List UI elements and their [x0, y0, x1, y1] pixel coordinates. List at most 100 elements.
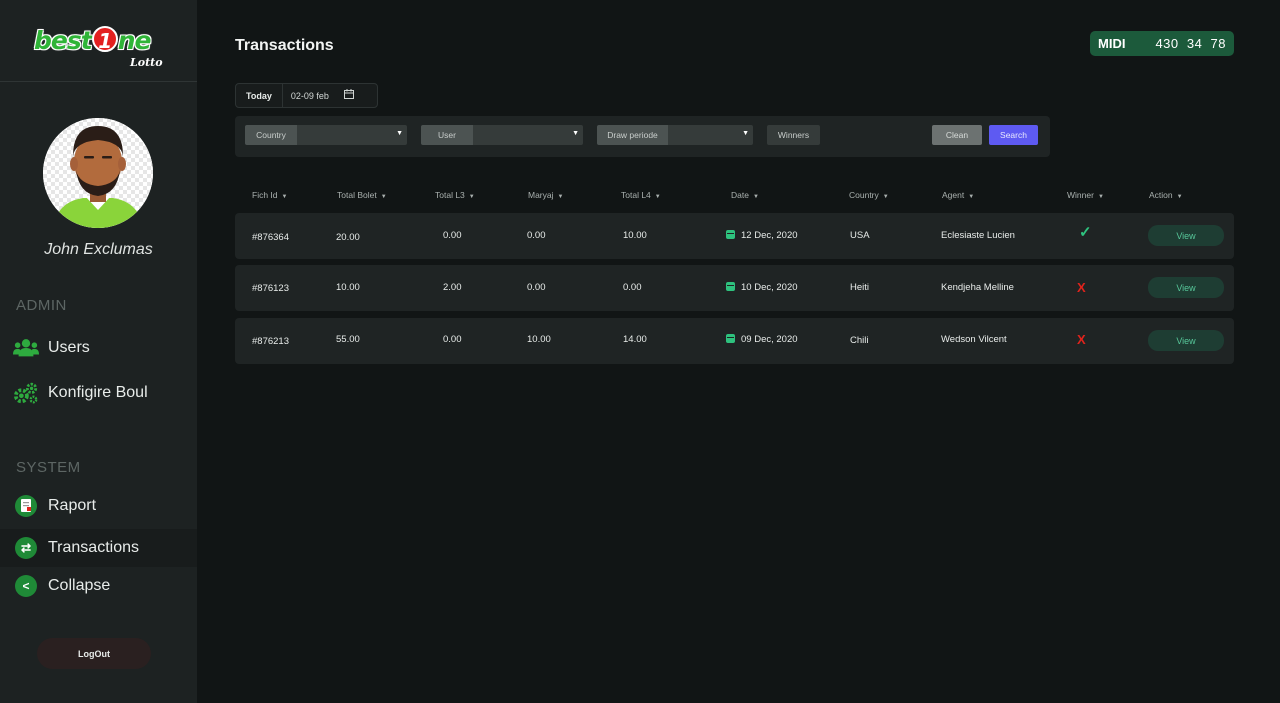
calendar-icon[interactable]	[343, 89, 354, 102]
logo-area: best 1 ne Lotto	[0, 0, 197, 82]
view-button[interactable]: View	[1148, 277, 1224, 298]
view-button[interactable]: View	[1148, 225, 1224, 246]
cell-country: Chili	[850, 335, 869, 346]
cell-total-l3: 2.00	[443, 282, 462, 293]
view-button[interactable]: View	[1148, 330, 1224, 351]
cell-date: 12 Dec, 2020	[726, 230, 798, 241]
admin-section-title: ADMIN	[16, 297, 67, 314]
brand-digit: 1	[91, 26, 118, 53]
date-range-value[interactable]: 02-09 feb	[283, 91, 329, 101]
table-row: #876123 10.00 2.00 0.00 0.00 10 Dec, 202…	[235, 265, 1234, 311]
sidebar-item-label: Users	[48, 339, 90, 356]
table-row: #876364 20.00 0.00 0.00 10.00 12 Dec, 20…	[235, 213, 1234, 259]
calendar-icon	[726, 282, 735, 291]
report-icon	[13, 493, 39, 519]
cell-total-bolet: 10.00	[336, 282, 360, 293]
sidebar: best 1 ne Lotto John Exclumas ADMIN User…	[0, 0, 197, 703]
midi-result-badge: MIDI 430 34 78	[1090, 31, 1234, 56]
cell-country: Heiti	[850, 282, 870, 293]
transfer-icon: ⇄	[13, 535, 39, 561]
sidebar-item-konfigire-boul[interactable]: Konfigire Boul	[0, 374, 197, 412]
cell-maryaj: 0.00	[527, 282, 546, 293]
winners-toggle[interactable]: Winners	[767, 125, 820, 145]
cell-fich-id: #876213	[252, 336, 289, 347]
cell-date: 09 Dec, 2020	[726, 334, 798, 345]
page-title: Transactions	[235, 37, 334, 54]
column-header-action[interactable]: Action ▼	[1149, 190, 1183, 200]
winner-check-icon: ✓	[1079, 224, 1092, 241]
sort-arrow-icon: ▼	[752, 194, 759, 200]
sort-arrow-icon: ▼	[1176, 194, 1183, 200]
sort-arrow-icon: ▼	[1097, 194, 1104, 200]
sort-arrow-icon: ▼	[882, 194, 889, 200]
cell-total-l3: 0.00	[443, 230, 462, 241]
sidebar-item-raport[interactable]: Raport	[0, 487, 197, 525]
gears-icon	[13, 380, 39, 406]
cell-total-l4: 14.00	[623, 334, 647, 345]
table-row: #876213 55.00 0.00 10.00 14.00 09 Dec, 2…	[235, 318, 1234, 364]
user-select-label: User	[421, 125, 473, 145]
sidebar-item-label: Konfigire Boul	[48, 384, 148, 401]
brand-sub: Lotto	[130, 56, 163, 69]
chevron-down-icon: ▼	[572, 130, 579, 137]
avatar	[43, 118, 153, 228]
cell-total-bolet: 20.00	[336, 232, 360, 243]
cell-date: 10 Dec, 2020	[726, 282, 798, 293]
cell-agent: Kendjeha Melline	[941, 282, 1014, 293]
system-section-title: SYSTEM	[16, 459, 81, 476]
column-header-total-l4[interactable]: Total L4 ▼	[621, 190, 661, 200]
sort-arrow-icon: ▼	[654, 194, 661, 200]
draw-periode-select-label: Draw periode	[597, 125, 668, 145]
column-header-total-l3[interactable]: Total L3 ▼	[435, 190, 475, 200]
user-select[interactable]: User ▼	[421, 125, 583, 145]
today-button[interactable]: Today	[236, 84, 283, 107]
column-header-winner[interactable]: Winner ▼	[1067, 190, 1104, 200]
midi-numbers: 430 34 78	[1155, 36, 1226, 51]
brand-name-part2: ne	[117, 26, 152, 55]
sidebar-item-transactions[interactable]: ⇄ Transactions	[0, 529, 197, 567]
country-select-label: Country	[245, 125, 297, 145]
date-range-filter[interactable]: Today 02-09 feb	[235, 83, 378, 108]
midi-label: MIDI	[1098, 36, 1126, 51]
chevron-down-icon: ▼	[742, 130, 749, 137]
cell-maryaj: 0.00	[527, 230, 546, 241]
cell-agent: Eclesiaste Lucien	[941, 230, 1015, 241]
sort-arrow-icon: ▼	[968, 194, 975, 200]
logout-button[interactable]: LogOut	[37, 638, 151, 669]
column-header-date[interactable]: Date ▼	[731, 190, 759, 200]
sort-arrow-icon: ▼	[557, 194, 564, 200]
search-button[interactable]: Search	[989, 125, 1038, 145]
cell-agent: Wedson Vilcent	[941, 334, 1007, 345]
column-header-maryaj[interactable]: Maryaj ▼	[528, 190, 563, 200]
filter-bar: Country ▼ User ▼ Draw periode ▼ Winners …	[235, 116, 1050, 157]
cell-total-l3: 0.00	[443, 334, 462, 345]
cell-total-l4: 0.00	[623, 282, 642, 293]
column-header-country[interactable]: Country ▼	[849, 190, 889, 200]
column-header-fich-id[interactable]: Fich Id ▼	[252, 190, 287, 200]
clean-button[interactable]: Clean	[932, 125, 982, 145]
sidebar-item-label: Transactions	[48, 539, 139, 556]
sidebar-item-label: Collapse	[48, 577, 111, 594]
cell-country: USA	[850, 230, 870, 241]
sort-arrow-icon: ▼	[468, 194, 475, 200]
cell-fich-id: #876123	[252, 283, 289, 294]
sort-arrow-icon: ▼	[281, 194, 288, 200]
sidebar-item-label: Raport	[48, 497, 97, 514]
user-name: John Exclumas	[44, 241, 153, 258]
calendar-icon	[726, 230, 735, 239]
brand-name-part1: best	[34, 26, 93, 55]
column-header-total-bolet[interactable]: Total Bolet ▼	[337, 190, 387, 200]
country-select[interactable]: Country ▼	[245, 125, 407, 145]
cell-fich-id: #876364	[252, 232, 289, 243]
draw-periode-select[interactable]: Draw periode ▼	[597, 125, 753, 145]
cell-total-l4: 10.00	[623, 230, 647, 241]
column-header-agent[interactable]: Agent ▼	[942, 190, 974, 200]
users-icon	[13, 335, 39, 361]
avatar-illustration	[43, 118, 153, 228]
sidebar-item-users[interactable]: Users	[0, 329, 197, 367]
brand-logo[interactable]: best 1 ne	[34, 26, 152, 55]
winner-x-icon: X	[1077, 332, 1086, 347]
chevron-down-icon: ▼	[396, 130, 403, 137]
winner-x-icon: X	[1077, 280, 1086, 295]
sidebar-item-collapse[interactable]: < Collapse	[0, 567, 197, 605]
